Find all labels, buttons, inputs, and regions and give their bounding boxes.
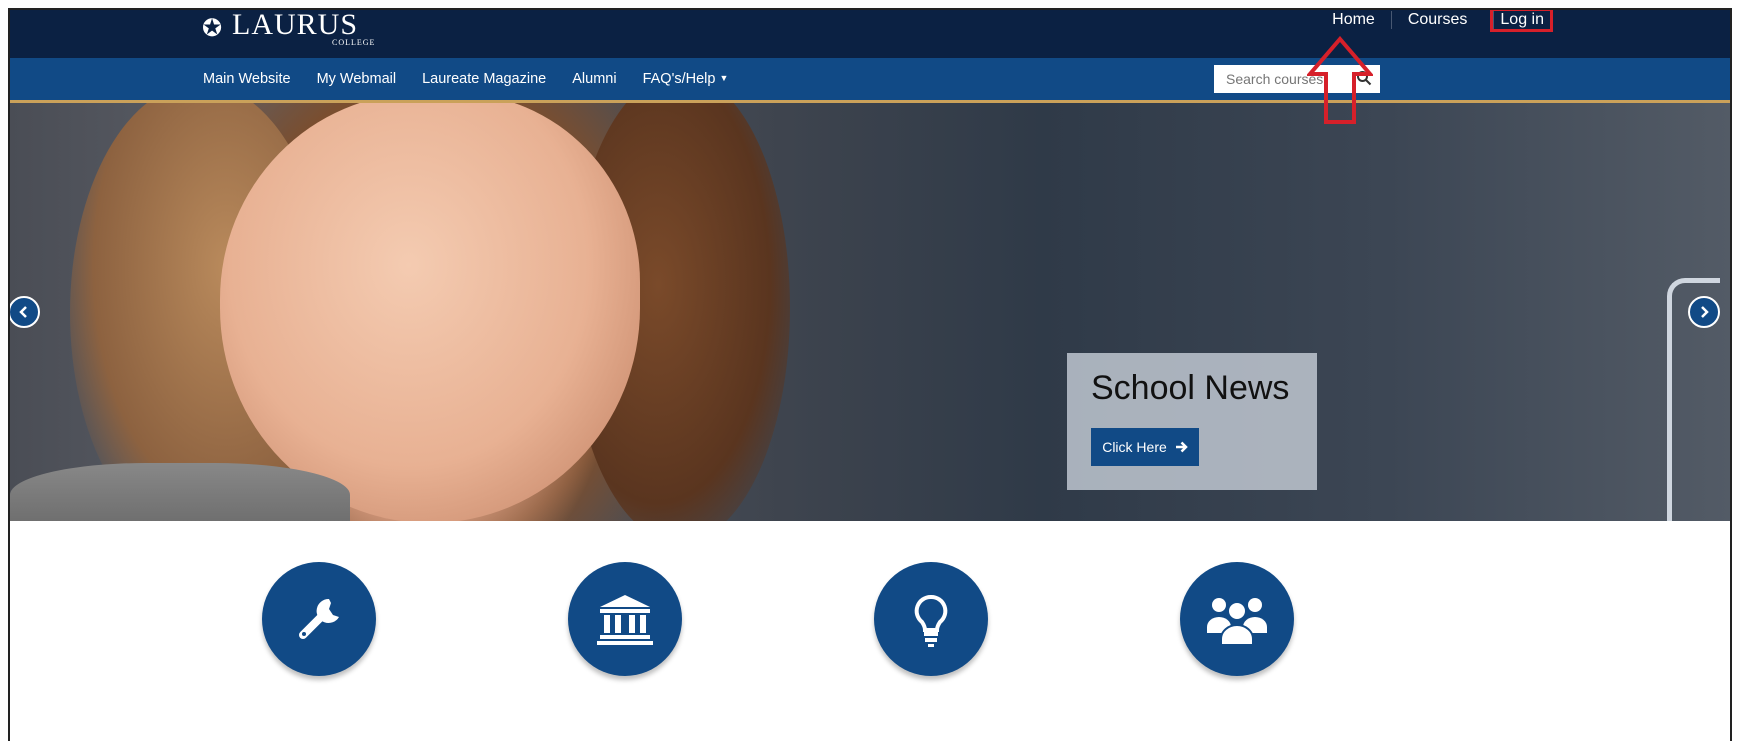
browser-viewport: ✪ LAURUS COLLEGE Home Courses Log in Mai… xyxy=(8,8,1732,741)
slide-caption-title: School News xyxy=(1091,369,1290,407)
hero-image-face xyxy=(220,103,640,521)
caret-down-icon: ▼ xyxy=(719,73,729,83)
group-icon xyxy=(1207,598,1267,646)
main-nav: Main Website My Webmail Laureate Magazin… xyxy=(190,58,741,100)
annotation-up-arrow xyxy=(1307,36,1373,124)
hero-carousel: School News Click Here xyxy=(10,103,1730,521)
nav-alumni[interactable]: Alumni xyxy=(559,71,629,87)
arrow-right-icon xyxy=(1175,441,1188,453)
feature-institution[interactable] xyxy=(568,562,682,676)
login-link[interactable]: Log in xyxy=(1490,10,1553,32)
click-here-label: Click Here xyxy=(1102,439,1167,455)
wrench-icon xyxy=(299,598,339,639)
click-here-button[interactable]: Click Here xyxy=(1091,428,1199,466)
nav-laureate-magazine[interactable]: Laureate Magazine xyxy=(409,71,559,87)
nav-main-website[interactable]: Main Website xyxy=(190,71,304,87)
carousel-prev-button[interactable] xyxy=(10,296,40,328)
feature-community[interactable] xyxy=(1180,562,1294,676)
top-bar: ✪ LAURUS COLLEGE Home Courses Log in xyxy=(10,10,1730,58)
top-nav-home[interactable]: Home xyxy=(1316,11,1391,29)
institution-icon xyxy=(597,595,653,645)
hero-image-shoulder xyxy=(10,463,350,521)
logo-subtext: COLLEGE xyxy=(332,38,376,47)
nav-my-webmail[interactable]: My Webmail xyxy=(304,71,410,87)
nav-faq-help[interactable]: FAQ's/Help ▼ xyxy=(630,71,742,87)
slide-caption: School News Click Here xyxy=(1067,353,1317,490)
top-nav: Home Courses Log in xyxy=(1316,10,1553,32)
feature-icons-row xyxy=(10,522,1730,741)
lightbulb-icon xyxy=(914,594,948,647)
top-nav-courses[interactable]: Courses xyxy=(1390,11,1484,29)
carousel-next-button[interactable] xyxy=(1688,296,1720,328)
globe-crest-icon: ✪ xyxy=(202,16,223,42)
feature-ideas[interactable] xyxy=(874,562,988,676)
chevron-left-icon xyxy=(19,306,27,318)
chevron-right-icon xyxy=(1701,306,1709,318)
nav-faq-help-label: FAQ's/Help xyxy=(642,71,716,87)
main-nav-bar: Main Website My Webmail Laureate Magazin… xyxy=(10,58,1730,103)
feature-tools[interactable] xyxy=(262,562,376,676)
logo-text: LAURUS xyxy=(232,8,359,41)
